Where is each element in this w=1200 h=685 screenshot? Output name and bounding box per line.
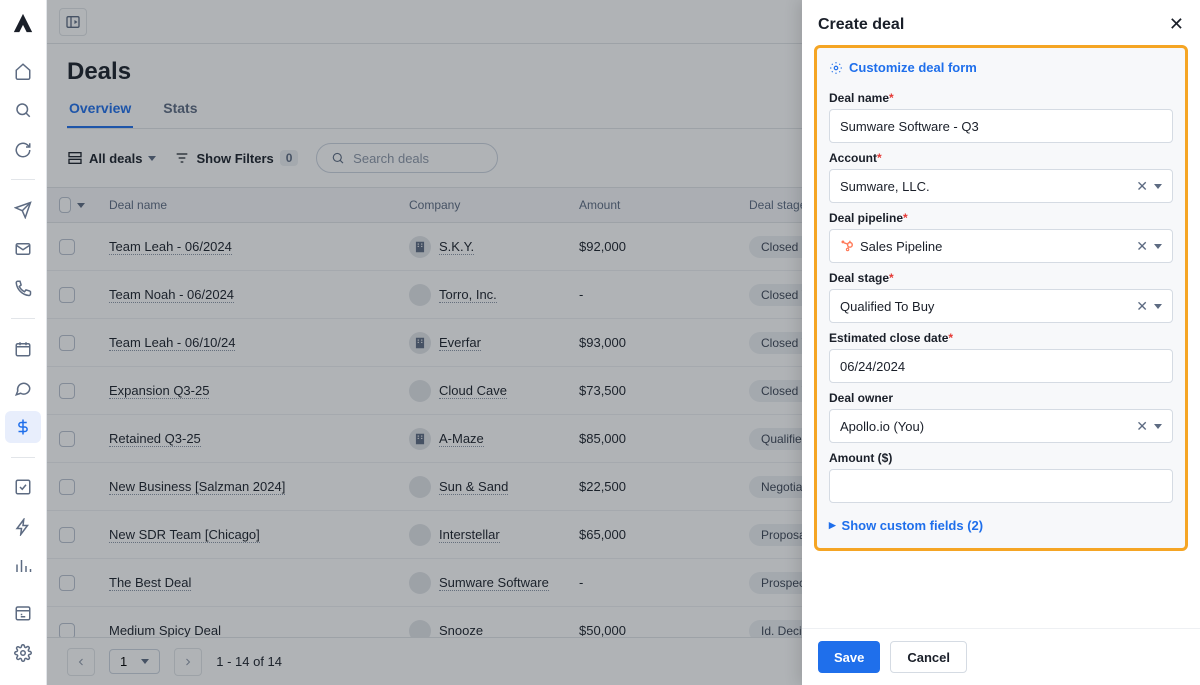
nav-calendar-icon[interactable] xyxy=(5,333,41,364)
amount-input[interactable] xyxy=(829,469,1173,503)
left-sidebar xyxy=(0,0,47,685)
chevron-down-icon xyxy=(1154,184,1162,189)
nav-chat-icon[interactable] xyxy=(5,372,41,403)
clear-account-icon[interactable]: ✕ xyxy=(1136,178,1148,195)
pipeline-label: Deal pipeline* xyxy=(829,211,1173,225)
stage-select[interactable]: Qualified To Buy ✕ xyxy=(829,289,1173,323)
stage-value: Qualified To Buy xyxy=(840,299,934,314)
panel-title: Create deal xyxy=(818,16,904,34)
account-select[interactable]: Sumware, LLC. ✕ xyxy=(829,169,1173,203)
pipeline-select[interactable]: Sales Pipeline ✕ xyxy=(829,229,1173,263)
chevron-down-icon xyxy=(1154,244,1162,249)
form-highlight-box: Customize deal form Deal name* Account* … xyxy=(814,45,1188,551)
clear-pipeline-icon[interactable]: ✕ xyxy=(1136,238,1148,255)
show-custom-label: Show custom fields (2) xyxy=(842,518,984,533)
pipeline-value: Sales Pipeline xyxy=(860,239,942,254)
account-value: Sumware, LLC. xyxy=(840,179,930,194)
show-custom-fields-link[interactable]: ▸ Show custom fields (2) xyxy=(829,517,983,533)
amount-label: Amount ($) xyxy=(829,451,1173,465)
clear-stage-icon[interactable]: ✕ xyxy=(1136,298,1148,315)
nav-date-icon[interactable] xyxy=(5,598,41,629)
stage-label: Deal stage* xyxy=(829,271,1173,285)
customize-form-link[interactable]: Customize deal form xyxy=(829,60,977,75)
nav-phone-icon[interactable] xyxy=(5,273,41,304)
clear-owner-icon[interactable]: ✕ xyxy=(1136,418,1148,435)
close-date-input[interactable] xyxy=(829,349,1173,383)
chevron-down-icon xyxy=(1154,424,1162,429)
close-date-label: Estimated close date* xyxy=(829,331,1173,345)
nav-bolt-icon[interactable] xyxy=(5,511,41,542)
nav-settings-icon[interactable] xyxy=(5,637,41,668)
nav-mail-icon[interactable] xyxy=(5,233,41,264)
nav-refresh-icon[interactable] xyxy=(5,134,41,165)
logo xyxy=(11,12,35,34)
customize-label: Customize deal form xyxy=(849,60,977,75)
chevron-down-icon xyxy=(1154,304,1162,309)
deal-name-input[interactable] xyxy=(829,109,1173,143)
hubspot-icon xyxy=(840,239,854,253)
save-button[interactable]: Save xyxy=(818,641,880,673)
account-label: Account* xyxy=(829,151,1173,165)
gear-icon xyxy=(829,61,843,75)
nav-deals-icon[interactable] xyxy=(5,411,41,442)
cancel-button[interactable]: Cancel xyxy=(890,641,967,673)
panel-footer: Save Cancel xyxy=(802,628,1200,685)
nav-send-icon[interactable] xyxy=(5,194,41,225)
owner-select[interactable]: Apollo.io (You) ✕ xyxy=(829,409,1173,443)
close-panel-button[interactable]: ✕ xyxy=(1169,14,1184,35)
nav-search-icon[interactable] xyxy=(5,95,41,126)
owner-label: Deal owner xyxy=(829,391,1173,405)
create-deal-panel: Create deal ✕ Customize deal form Deal n… xyxy=(802,0,1200,685)
nav-home-icon[interactable] xyxy=(5,55,41,86)
nav-analytics-icon[interactable] xyxy=(5,550,41,581)
nav-tasks-icon[interactable] xyxy=(5,472,41,503)
deal-name-label: Deal name* xyxy=(829,91,1173,105)
owner-value: Apollo.io (You) xyxy=(840,419,924,434)
